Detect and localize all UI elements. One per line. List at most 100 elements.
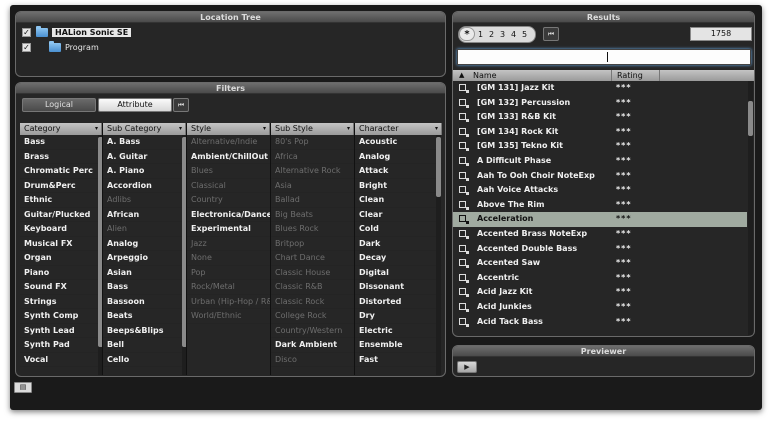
result-row[interactable]: Acid Jazz Kit *** [453, 285, 747, 300]
result-row[interactable]: Aah Voice Attacks *** [453, 183, 747, 198]
filter-item[interactable]: Disco [271, 353, 354, 367]
dropdown-arrow-icon[interactable]: ▾ [347, 123, 350, 135]
reset-filters-button[interactable]: ⏮ [173, 98, 189, 112]
filter-item[interactable]: Adlibs [103, 193, 186, 208]
filter-item[interactable]: Chromatic Perc [20, 164, 102, 179]
result-row[interactable]: Accentric *** [453, 271, 747, 286]
tree-item-halion[interactable]: ✓ HALion Sonic SE [22, 26, 132, 39]
filter-item[interactable]: Ensemble [355, 338, 442, 353]
filter-item[interactable]: Asian [103, 266, 186, 280]
filter-item[interactable]: Guitar/Plucked [20, 208, 102, 222]
filter-item[interactable]: Ambient/ChillOut [187, 150, 270, 164]
filter-item[interactable]: Distorted [355, 295, 442, 309]
result-row[interactable]: A Difficult Phase *** [453, 154, 747, 169]
layout-toggle-button[interactable]: ▤ [14, 382, 32, 393]
result-row[interactable]: [GM 131] Jazz Kit *** [453, 81, 747, 96]
sort-up-icon[interactable]: ▲ [459, 70, 464, 81]
result-row[interactable]: Accented Brass NoteExp *** [453, 227, 747, 242]
column-header-sub-category[interactable]: Sub Category ▾ [103, 123, 186, 135]
rating-2[interactable]: 2 [489, 30, 494, 39]
results-scrollbar[interactable] [748, 81, 753, 335]
filter-item[interactable]: Keyboard [20, 222, 102, 237]
filter-item[interactable]: Bass [20, 135, 102, 150]
preview-play-button[interactable]: ▶ [457, 361, 477, 373]
filter-item[interactable]: Classical [187, 179, 270, 193]
filter-item[interactable]: Dry [355, 309, 442, 324]
filter-item[interactable]: World/Ethnic [187, 309, 270, 324]
result-row[interactable]: [GM 132] Percussion *** [453, 96, 747, 111]
filter-item[interactable]: Ethnic [20, 193, 102, 208]
search-input[interactable] [457, 49, 751, 65]
filter-item[interactable]: Asia [271, 179, 354, 193]
filter-item[interactable]: Country/Western [271, 324, 354, 338]
filter-item[interactable]: Cold [355, 222, 442, 237]
filter-item[interactable]: Synth Comp [20, 309, 102, 324]
rating-5[interactable]: 5 [522, 30, 527, 39]
filter-item[interactable]: Pop [187, 266, 270, 280]
checkbox-checked-icon[interactable]: ✓ [22, 28, 31, 37]
column-header-category[interactable]: Category ▾ [20, 123, 102, 135]
filter-item[interactable]: Fast [355, 353, 442, 367]
result-row[interactable]: Accented Double Bass *** [453, 242, 747, 257]
dropdown-arrow-icon[interactable]: ▾ [263, 123, 266, 135]
filter-item[interactable]: Jazz [187, 237, 270, 251]
result-row[interactable]: Above The Rim *** [453, 198, 747, 213]
filter-item[interactable]: Alien [103, 222, 186, 237]
filter-item[interactable]: Clean [355, 193, 442, 208]
tree-item-program[interactable]: ✓ Program [22, 41, 99, 54]
filter-item[interactable]: Arpeggio [103, 251, 186, 266]
scrollbar-thumb[interactable] [436, 137, 441, 197]
filter-item[interactable]: Bell [103, 338, 186, 353]
scrollbar[interactable] [436, 135, 441, 375]
filter-item[interactable]: Beats [103, 309, 186, 324]
checkbox-checked-icon[interactable]: ✓ [22, 43, 31, 52]
filter-item[interactable]: Alternative/Indie [187, 135, 270, 150]
filter-item[interactable]: Musical FX [20, 237, 102, 251]
filter-item[interactable]: Electric [355, 324, 442, 338]
filter-item[interactable]: Accordion [103, 179, 186, 193]
filter-item[interactable]: Rock/Metal [187, 280, 270, 295]
filter-item[interactable]: Strings [20, 295, 102, 309]
filter-item[interactable]: Blues [187, 164, 270, 179]
filter-item[interactable]: A. Guitar [103, 150, 186, 164]
column-header-character[interactable]: Character ▾ [355, 123, 442, 135]
filter-item[interactable]: Bright [355, 179, 442, 193]
column-header-name[interactable]: Name [473, 70, 497, 81]
filter-item[interactable]: Decay [355, 251, 442, 266]
filter-item[interactable]: Classic R&B [271, 280, 354, 295]
filter-item[interactable]: Acoustic [355, 135, 442, 150]
filter-item[interactable]: A. Bass [103, 135, 186, 150]
filter-item[interactable]: African [103, 208, 186, 222]
result-row[interactable]: Acid Tack Bass *** [453, 315, 747, 330]
filter-item[interactable]: Dissonant [355, 280, 442, 295]
column-header-style[interactable]: Style ▾ [187, 123, 270, 135]
result-row[interactable]: [GM 133] R&B Kit *** [453, 110, 747, 125]
attribute-tab-button[interactable]: Attribute [98, 98, 172, 112]
filter-item[interactable]: Attack [355, 164, 442, 179]
filter-item[interactable]: Drum&Perc [20, 179, 102, 193]
filter-item[interactable]: Dark Ambient [271, 338, 354, 353]
filter-item[interactable]: Electronica/Dance [187, 208, 270, 222]
filter-item[interactable]: Organ [20, 251, 102, 266]
filter-item[interactable]: Beeps&Blips [103, 324, 186, 338]
filter-item[interactable]: Clear [355, 208, 442, 222]
filter-item[interactable]: None [187, 251, 270, 266]
filter-item[interactable]: Bassoon [103, 295, 186, 309]
filter-item[interactable]: Analog [103, 237, 186, 251]
filter-item[interactable]: Africa [271, 150, 354, 164]
result-row[interactable]: [GM 135] Tekno Kit *** [453, 139, 747, 154]
filter-item[interactable]: Synth Lead [20, 324, 102, 338]
logical-tab-button[interactable]: Logical [22, 98, 96, 112]
rating-3[interactable]: 3 [500, 30, 505, 39]
result-row[interactable]: Aah To Ooh Choir NoteExp *** [453, 169, 747, 184]
filter-item[interactable]: Country [187, 193, 270, 208]
asterisk-icon[interactable]: * [459, 27, 475, 41]
filter-item[interactable]: College Rock [271, 309, 354, 324]
filter-item[interactable]: Big Beats [271, 208, 354, 222]
rating-1[interactable]: 1 [478, 30, 483, 39]
filter-item[interactable]: Digital [355, 266, 442, 280]
dropdown-arrow-icon[interactable]: ▾ [95, 123, 98, 135]
rating-4[interactable]: 4 [511, 30, 516, 39]
column-header-rating[interactable]: Rating [617, 70, 643, 81]
reset-results-button[interactable]: ⏮ [543, 27, 559, 41]
